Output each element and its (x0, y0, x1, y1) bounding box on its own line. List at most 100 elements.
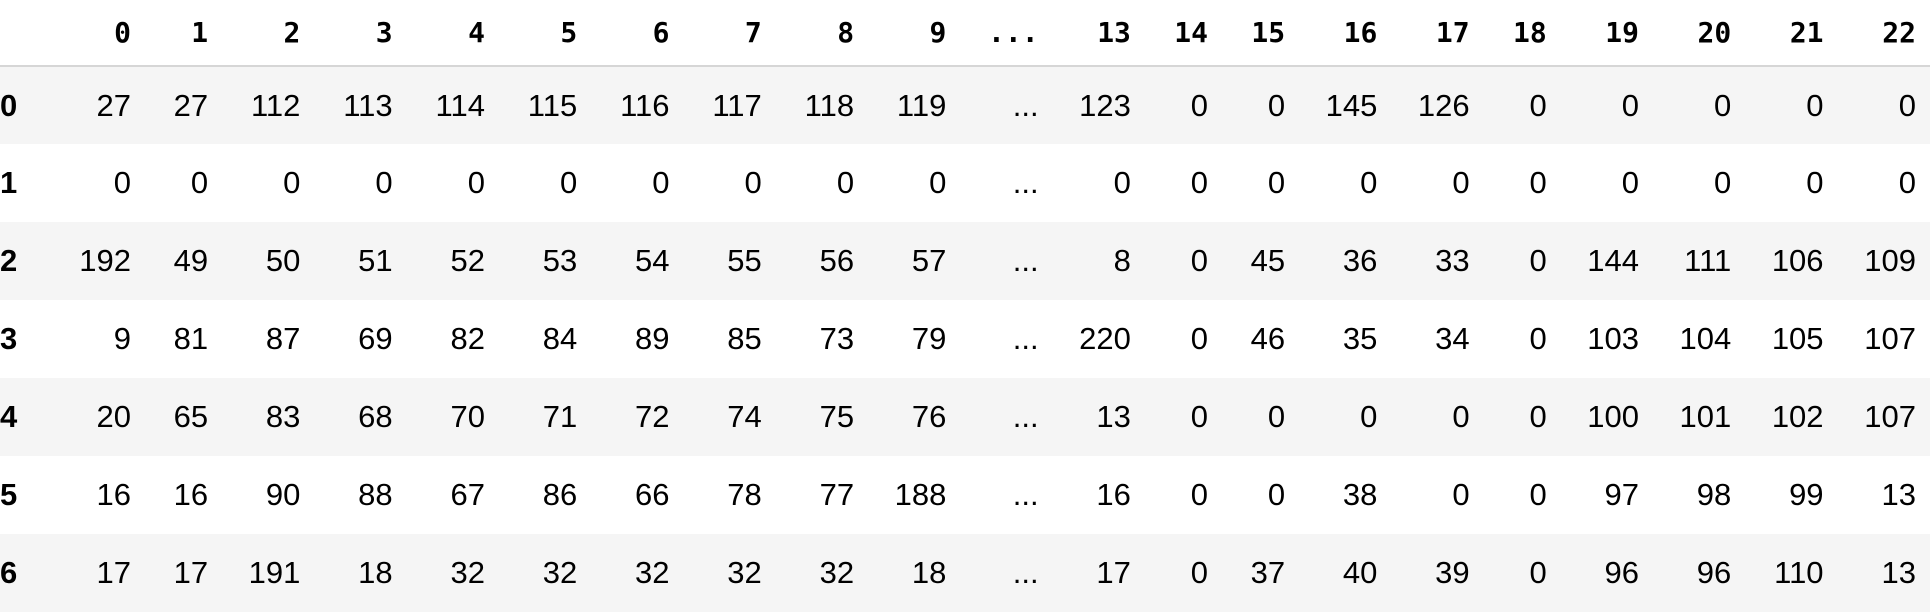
table-row: 2 192 49 50 51 52 53 54 55 56 57... 8 0 45 36 33 0 144 111… (0, 222, 1930, 300)
table-cell: 0 (1190, 321, 1208, 356)
column-header: 14 (1144, 0, 1222, 67)
table-cell: 67 (450, 477, 485, 512)
table-cell: 35 (1342, 321, 1378, 356)
table-cell: 0 (1190, 165, 1208, 200)
table-row: 5 16 16 90 88 67 86 66 78 77 188... 16 0 0 38 0 0 97 98 99 1… (0, 456, 1930, 534)
table-cell: 107 (1864, 321, 1916, 356)
table-cell: 0 (1267, 399, 1286, 434)
table-cell: 18 (911, 555, 947, 590)
table-cell: 0 (1113, 165, 1131, 200)
table-cell: 73 (819, 321, 855, 356)
ellipsis-cell: ... (1012, 87, 1039, 123)
column-header: 16 (1299, 0, 1392, 67)
table-cell: 76 (911, 399, 947, 434)
table-cell: 0 (1529, 321, 1547, 356)
table-cell: 96 (1604, 555, 1639, 590)
table-cell: 13 (1881, 555, 1916, 590)
column-header: 7 (683, 0, 776, 67)
table-cell: 0 (1898, 87, 1916, 123)
table-cell: 0 (1190, 87, 1208, 123)
table-cell: 40 (1342, 555, 1378, 590)
table-row: 4 20 65 83 68 70 71 72 74 75 76... 13 0 0 0 0 0 100 101 102… (0, 378, 1930, 456)
dataframe-table: 0 1 2 3 4 5 6 7 8 9... 13 14 15 16 17 18 19 20 21 22 0 27 27 1… (0, 0, 1930, 612)
column-header: 9 (868, 0, 961, 67)
table-cell: 0 (1190, 555, 1208, 590)
table-cell: 16 (173, 477, 209, 512)
table-cell: 37 (1250, 555, 1286, 590)
table-cell: 87 (265, 321, 301, 356)
column-header: 0 (52, 0, 146, 67)
ellipsis-cell: ... (1012, 321, 1039, 356)
column-header: 5 (498, 0, 592, 67)
table-cell: 145 (1325, 87, 1378, 123)
table-cell: 123 (1079, 87, 1131, 123)
table-cell: 116 (620, 87, 670, 123)
table-cell: 79 (911, 321, 947, 356)
ellipsis-cell: ... (1012, 399, 1039, 434)
table-cell: 0 (1714, 165, 1732, 200)
table-cell: 0 (1898, 165, 1916, 200)
table-cell: 82 (450, 321, 485, 356)
table-cell: 101 (1679, 399, 1732, 434)
table-cell: 0 (929, 165, 947, 200)
table-cell: 83 (265, 399, 301, 434)
table-body: 0 27 27 112 113 114 115 116 117 118 119... 123 0 0 145… (0, 66, 1930, 612)
table-cell: 0 (652, 165, 670, 200)
table-cell: 0 (1529, 87, 1547, 123)
table-cell: 0 (1529, 243, 1547, 278)
table-cell: 188 (894, 477, 947, 512)
table-cell: 0 (1267, 87, 1286, 123)
table-cell: 0 (1529, 477, 1547, 512)
column-header: 2 (222, 0, 315, 67)
table-cell: 0 (1529, 165, 1547, 200)
ellipsis-cell: ... (1012, 477, 1039, 512)
table-cell: 50 (265, 243, 301, 278)
table-cell: 81 (173, 321, 209, 356)
table-cell: 17 (1096, 555, 1131, 590)
table-cell: 8 (1113, 243, 1131, 278)
header-row: 0 1 2 3 4 5 6 7 8 9... 13 14 15 16 17 18 19 20 21 22 (0, 0, 1930, 67)
row-index: 3 (0, 321, 18, 356)
table-cell: 97 (1604, 477, 1639, 512)
table-cell: 32 (542, 555, 578, 590)
table-cell: 89 (635, 321, 670, 356)
column-header: 6 (591, 0, 684, 67)
table-cell: 16 (1096, 477, 1131, 512)
table-row: 3 9 81 87 69 82 84 89 85 73 79... 220 0 46 35 34 0 103 104… (0, 300, 1930, 378)
table-cell: 0 (1190, 477, 1208, 512)
table-cell: 57 (911, 243, 947, 278)
table-cell: 126 (1417, 87, 1470, 123)
row-index: 1 (0, 165, 18, 200)
table-cell: 54 (635, 243, 670, 278)
table-cell: 32 (819, 555, 855, 590)
table-row: 0 27 27 112 113 114 115 116 117 118 119... 123 0 0 145… (0, 66, 1930, 144)
table-cell: 99 (1789, 477, 1824, 512)
table-cell: 98 (1696, 477, 1732, 512)
table-cell: 53 (542, 243, 578, 278)
table-cell: 55 (727, 243, 762, 278)
column-header: 17 (1391, 0, 1484, 67)
column-header: 3 (314, 0, 407, 67)
table-cell: 111 (1684, 243, 1732, 278)
table-cell: 144 (1587, 243, 1639, 278)
table-cell: 16 (96, 477, 132, 512)
ellipsis-cell: ... (1012, 165, 1039, 200)
table-cell: 68 (358, 399, 393, 434)
table-cell: 118 (804, 87, 855, 123)
column-header: ... (960, 0, 1053, 67)
table-cell: 18 (358, 555, 393, 590)
table-row: 1 0 0 0 0 0 0 0 0 0 0... 0 0 0 0 0 0 0 0 0 0 (0, 144, 1930, 222)
table-cell: 51 (358, 243, 393, 278)
table-cell: 46 (1250, 321, 1286, 356)
table-cell: 0 (1452, 399, 1470, 434)
table-cell: 88 (358, 477, 393, 512)
table-cell: 84 (542, 321, 578, 356)
table-cell: 38 (1342, 477, 1378, 512)
table-cell: 66 (635, 477, 670, 512)
table-cell: 74 (727, 399, 762, 434)
table-cell: 0 (1267, 477, 1286, 512)
column-header: 22 (1837, 0, 1930, 67)
table-cell: 102 (1771, 399, 1824, 434)
column-header: 18 (1483, 0, 1561, 67)
table-cell: 96 (1696, 555, 1732, 590)
